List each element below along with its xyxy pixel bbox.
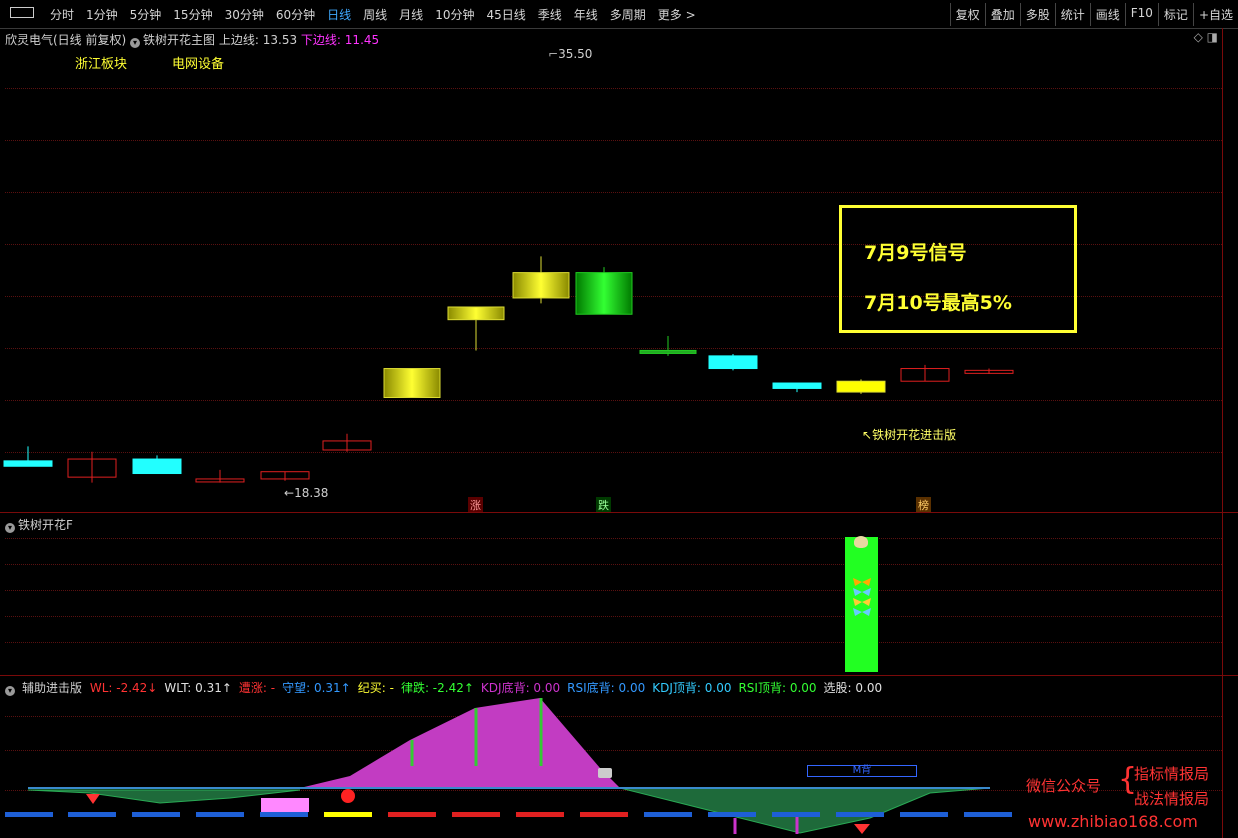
dropdown-icon[interactable]: ▾ — [5, 523, 15, 533]
signal-dash — [516, 812, 564, 817]
signal-dash — [196, 812, 244, 817]
high-price-marker: ⌐35.50 — [548, 47, 593, 61]
signal-dash — [132, 812, 180, 817]
period-tabs: 分时 1分钟 5分钟 15分钟 30分钟 60分钟 日线 周线 月线 10分钟 45日线 季线 年线 多周… — [6, 6, 702, 23]
pane-divider-1[interactable] — [0, 512, 1238, 513]
period-tab[interactable]: 日线 — [321, 6, 357, 23]
candle — [575, 267, 633, 315]
callout-line-1: 7月9号信号 — [864, 242, 967, 264]
period-tab[interactable]: 月线 — [393, 6, 429, 23]
pane-divider-2[interactable] — [0, 675, 1238, 676]
candle — [836, 379, 886, 394]
signal-dash — [580, 812, 628, 817]
rank-badge: 榜 — [916, 497, 931, 513]
period-tab[interactable]: 更多 > — [652, 6, 702, 23]
plus-icon — [341, 789, 355, 803]
sub-pane1-title: ▾ 铁树开花F — [5, 516, 73, 533]
fall-badge: 跌 — [596, 497, 611, 513]
signal-label: ↖铁树开花进击版 — [862, 428, 957, 442]
period-tab[interactable]: 1分钟 — [80, 6, 124, 23]
period-toolbar: 分时 1分钟 5分钟 15分钟 30分钟 60分钟 日线 周线 月线 10分钟 45日线 季线 年线 多周… — [0, 0, 1238, 29]
pink-block — [261, 798, 309, 812]
candle — [900, 364, 950, 382]
period-tab[interactable]: 60分钟 — [270, 6, 321, 23]
period-tab[interactable]: 周线 — [357, 6, 393, 23]
signal-dash — [388, 812, 436, 817]
watermark-line2: 战法情报局 — [1134, 790, 1210, 808]
signal-dash — [68, 812, 116, 817]
period-tab[interactable]: 30分钟 — [219, 6, 270, 23]
m-divergence-box: M背 — [807, 765, 917, 777]
signal-dash — [708, 812, 756, 817]
candle — [964, 368, 1014, 374]
signal-callout-box: 7月9号信号 7月10号最高5% — [839, 205, 1077, 333]
gem-icon — [854, 824, 870, 834]
money-bag-icon — [854, 536, 868, 548]
toolbar-action-button[interactable]: 叠加 — [984, 3, 1020, 26]
signal-dash — [644, 812, 692, 817]
candle — [639, 335, 697, 356]
rise-badge: 涨 — [468, 497, 483, 513]
candle — [260, 471, 310, 481]
green-area-right — [619, 787, 991, 834]
callout-line-2: 7月10号最高5% — [864, 292, 1012, 314]
sub-pane1-indicator[interactable]: 铁树开花F — [18, 518, 73, 532]
low-price-marker: ←18.38 — [284, 486, 329, 500]
candle — [3, 446, 53, 467]
grid-line — [5, 564, 1222, 565]
toolbar-action-button[interactable]: +自选 — [1192, 3, 1238, 26]
signal-dash — [900, 812, 948, 817]
toolbar-action-button[interactable]: 多股 — [1019, 3, 1055, 26]
candle — [67, 451, 117, 483]
grid-line — [5, 616, 1222, 617]
candle — [708, 354, 758, 371]
candle — [383, 368, 441, 399]
signal-dash — [5, 812, 53, 817]
signal-dash — [836, 812, 884, 817]
action-buttons: 复权 叠加 多股 统计 画线 F10 标记 +自选 — [949, 3, 1238, 26]
green-area-left — [27, 789, 301, 804]
toolbar-action-button[interactable]: 画线 — [1089, 3, 1125, 26]
cup-icon — [598, 768, 612, 778]
period-tab[interactable]: 45日线 — [480, 6, 531, 23]
butterfly-icon — [853, 578, 871, 616]
candle — [447, 306, 505, 351]
watermark-line1: 指标情报局 — [1134, 765, 1210, 783]
period-tab[interactable]: 分时 — [44, 6, 80, 23]
period-tab[interactable]: 15分钟 — [167, 6, 218, 23]
candle — [132, 455, 182, 475]
period-tab[interactable]: 5分钟 — [124, 6, 168, 23]
grid-line — [5, 642, 1222, 643]
toolbar-action-button[interactable]: F10 — [1124, 3, 1158, 26]
period-tab[interactable]: 季线 — [532, 6, 568, 23]
period-tab[interactable]: 多周期 — [604, 6, 652, 23]
watermark-url: www.zhibiao168.com — [1028, 812, 1198, 831]
signal-dash — [260, 812, 308, 817]
toolbar-action-button[interactable]: 标记 — [1157, 3, 1193, 26]
magenta-area — [300, 698, 620, 788]
signal-dash — [964, 812, 1012, 817]
layout-icon[interactable] — [6, 6, 44, 23]
grid-line — [5, 538, 1222, 539]
right-axis — [1222, 28, 1223, 838]
signal-dash — [324, 812, 372, 817]
candle — [772, 382, 822, 393]
toolbar-action-button[interactable]: 统计 — [1054, 3, 1090, 26]
grid-line — [5, 590, 1222, 591]
signal-dash — [452, 812, 500, 817]
candle — [512, 256, 570, 304]
watermark-wechat: 微信公众号 — [1026, 777, 1102, 795]
gem-icon — [86, 794, 100, 804]
candle — [195, 469, 245, 483]
candle — [322, 433, 372, 452]
toolbar-action-button[interactable]: 复权 — [949, 3, 985, 26]
period-tab[interactable]: 年线 — [568, 6, 604, 23]
signal-dash — [772, 812, 820, 817]
period-tab[interactable]: 10分钟 — [429, 6, 480, 23]
